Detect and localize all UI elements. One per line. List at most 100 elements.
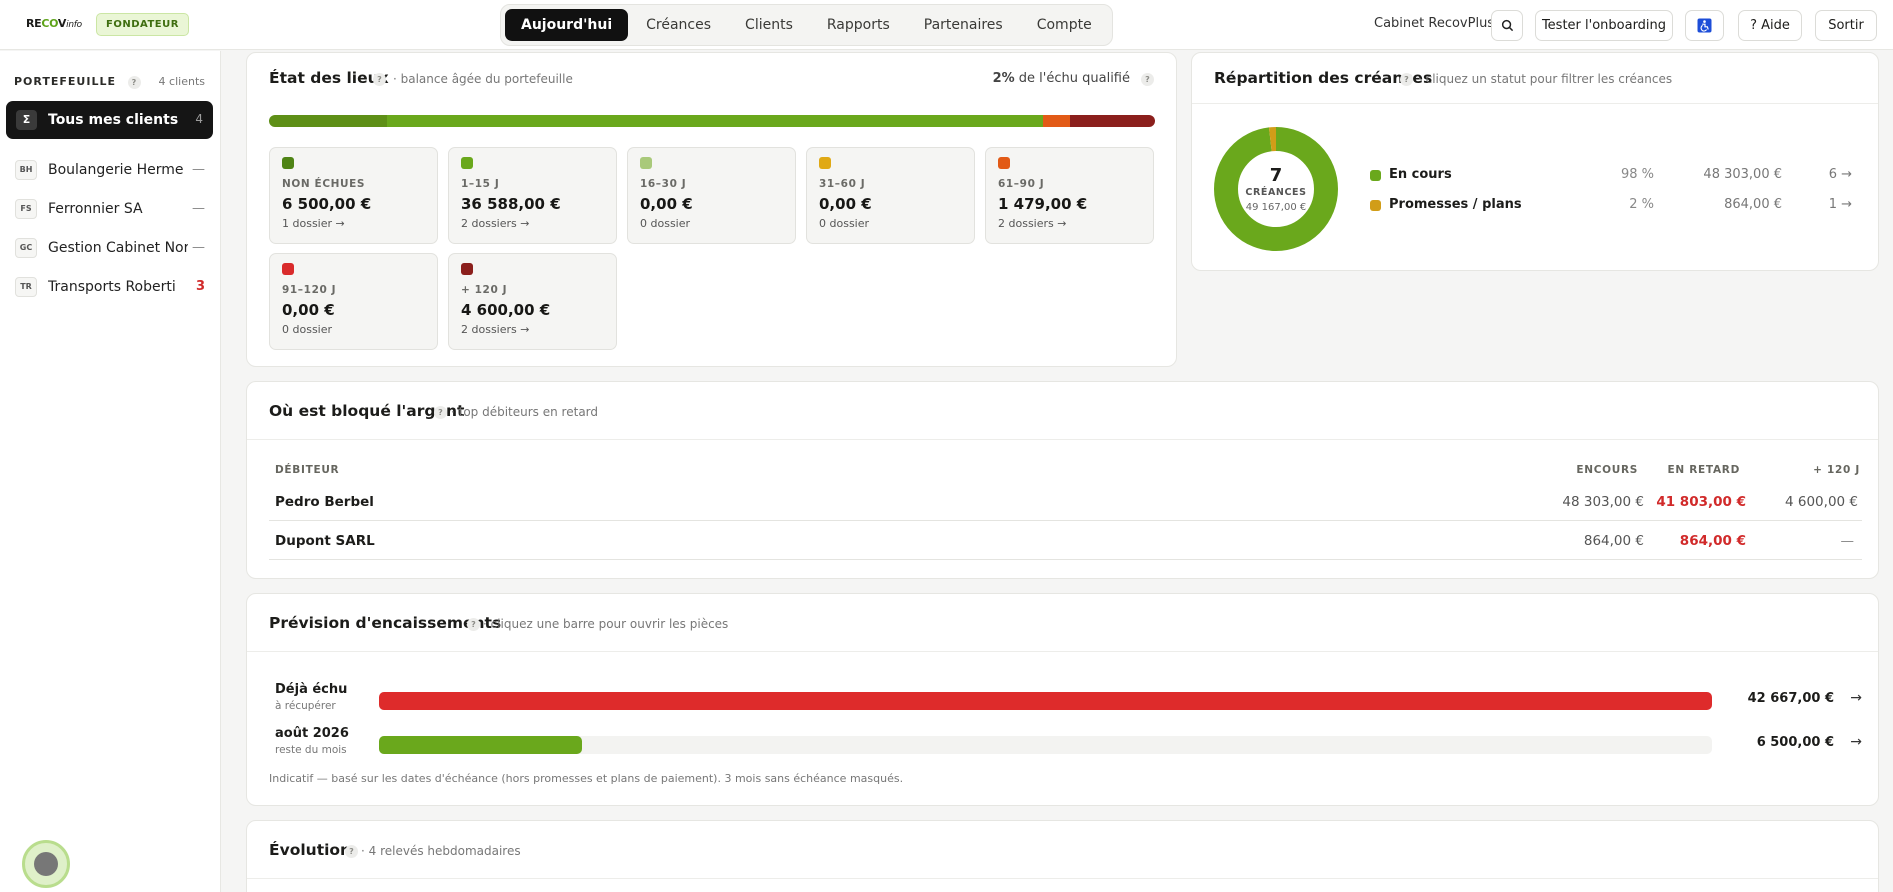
aging-bucket[interactable]: 91–120 J 0,00 € 0 dossier [269, 253, 438, 350]
aging-title: État des lieux [269, 69, 389, 87]
help-icon[interactable]: ? [373, 73, 386, 86]
tab-rapports[interactable]: Rapports [811, 9, 906, 41]
column-header-retard: EN RETARD [1667, 464, 1740, 476]
accessibility-button[interactable] [1685, 10, 1724, 41]
sidebar-item-count: — [192, 201, 205, 216]
arrow-right-icon[interactable]: → [1850, 734, 1862, 750]
portfolio-title: PORTEFEUILLE [14, 75, 116, 88]
aging-bucket[interactable]: NON ÉCHUES 6 500,00 € 1 dossier → [269, 147, 438, 244]
aging-bucket[interactable]: 31–60 J 0,00 € 0 dossier [806, 147, 975, 244]
sidebar-item-client[interactable]: TR Transports Roberti 3 [6, 271, 213, 303]
status-amount: 864,00 € [1724, 197, 1782, 212]
status-color-swatch [1370, 200, 1381, 211]
forecast-row[interactable]: août 2026 reste du mois 6 500,00 € → [269, 726, 1862, 766]
evolution-card: Évolution ? · 4 relevés hebdomadaires [246, 820, 1879, 892]
evolution-subtitle: · 4 relevés hebdomadaires [361, 844, 521, 858]
table-row[interactable]: Dupont SARL 864,00 € 864,00 € — [269, 521, 1862, 560]
aging-bar-segment [1043, 115, 1070, 127]
distribution-subtitle: · cliquez un statut pour filtrer les cré… [1418, 72, 1673, 86]
retard-value: 864,00 € [1679, 533, 1746, 549]
arrow-right-icon[interactable]: → [1850, 690, 1862, 706]
status-count-link: 6 → [1828, 167, 1852, 182]
aging-bucket[interactable]: + 120 J 4 600,00 € 2 dossiers → [448, 253, 617, 350]
sidebar-item-client[interactable]: GC Gestion Cabinet Nor… — [6, 232, 213, 264]
sidebar-item-count: 4 [195, 112, 203, 126]
forecast-bar[interactable] [379, 692, 1712, 710]
tab-partenaires[interactable]: Partenaires [908, 9, 1019, 41]
plus120-value: — [1840, 533, 1855, 549]
help-icon[interactable]: ? [345, 845, 358, 858]
client-initials: BH [15, 160, 37, 180]
sidebar-item-count: — [192, 240, 205, 255]
assistant-bubble[interactable] [22, 840, 70, 888]
help-icon[interactable]: ? [467, 618, 480, 631]
client-initials: GC [15, 238, 37, 258]
sidebar-item-count: — [192, 162, 205, 177]
status-filter-row[interactable]: Promesses / plans 2 % 864,00 € 1 → [1370, 195, 1852, 217]
bucket-count-link: 2 dossiers → [461, 217, 530, 230]
bucket-count-link: 1 dossier → [282, 217, 345, 230]
table-row[interactable]: Pedro Berbel 48 303,00 € 41 803,00 € 4 6… [269, 482, 1862, 521]
search-button[interactable] [1491, 10, 1523, 41]
aging-bar-segment [386, 115, 1044, 127]
help-icon[interactable]: ? [127, 75, 141, 89]
debtor-name: Pedro Berbel [275, 494, 374, 510]
forecast-row[interactable]: Déjà échu à récupérer 42 667,00 € → [269, 682, 1862, 722]
bucket-value: 36 588,00 € [461, 195, 561, 213]
help-icon[interactable]: ? [434, 406, 447, 419]
bucket-color-swatch [640, 157, 652, 169]
forecast-bar[interactable] [379, 736, 582, 754]
tab-clients[interactable]: Clients [729, 9, 809, 41]
help-icon[interactable]: ? [1400, 73, 1413, 86]
donut-total-amount: 49 167,00 € [1245, 202, 1307, 213]
forecast-note: Indicatif — basé sur les dates d'échéanc… [269, 772, 904, 785]
forecast-bar-track[interactable] [379, 736, 1712, 754]
sidebar-item-client[interactable]: FS Ferronnier SA — [6, 193, 213, 225]
bucket-label: NON ÉCHUES [282, 178, 366, 190]
aging-bucket[interactable]: 1–15 J 36 588,00 € 2 dossiers → [448, 147, 617, 244]
portfolio-count: 4 clients [158, 75, 205, 88]
top-bar: RECOVinfo FONDATEUR Aujourd'hui Créances… [0, 0, 1893, 50]
qualified-pct: 2% [992, 71, 1015, 86]
main-tabs: Aujourd'hui Créances Clients Rapports Pa… [500, 4, 1113, 46]
forecast-label: Déjà échu [275, 682, 348, 697]
bucket-color-swatch [461, 157, 473, 169]
logout-button[interactable]: Sortir [1815, 10, 1877, 41]
aging-bar-segment [1069, 115, 1155, 127]
divider [1192, 103, 1878, 104]
bucket-value: 0,00 € [640, 195, 693, 213]
forecast-bar-track[interactable] [379, 692, 1712, 710]
forecast-sublabel: à récupérer [275, 700, 336, 712]
tab-creances[interactable]: Créances [630, 9, 727, 41]
status-filter-row[interactable]: En cours 98 % 48 303,00 € 6 → [1370, 165, 1852, 187]
help-button[interactable]: ? Aide [1738, 10, 1802, 41]
onboarding-button[interactable]: Tester l'onboarding [1535, 10, 1673, 41]
help-icon[interactable]: ? [1141, 73, 1154, 86]
portfolio-header: PORTEFEUILLE ? 4 clients [14, 75, 205, 89]
blocked-subtitle: · top débiteurs en retard [451, 405, 599, 419]
app-logo[interactable]: RECOVinfo [26, 17, 82, 30]
bucket-value: 4 600,00 € [461, 301, 551, 319]
bucket-value: 6 500,00 € [282, 195, 372, 213]
aging-card: État des lieux ? · balance âgée du porte… [246, 52, 1177, 367]
sidebar-item-all-clients[interactable]: Σ Tous mes clients 4 [6, 101, 213, 139]
forecast-value: 6 500,00 € [1756, 735, 1834, 750]
encours-value: 864,00 € [1583, 533, 1644, 549]
tab-today[interactable]: Aujourd'hui [505, 9, 629, 41]
bucket-label: 31–60 J [819, 178, 866, 190]
tab-compte[interactable]: Compte [1021, 9, 1108, 41]
sidebar-item-label: Transports Roberti [48, 279, 176, 295]
bucket-count-link: 0 dossier [819, 217, 870, 230]
aging-bucket[interactable]: 61–90 J 1 479,00 € 2 dossiers → [985, 147, 1154, 244]
status-percent: 98 % [1620, 167, 1654, 182]
sidebar: PORTEFEUILLE ? 4 clients Σ Tous mes clie… [0, 51, 221, 892]
distribution-card: Répartition des créances ? · cliquez un … [1191, 52, 1879, 271]
sidebar-item-client[interactable]: BH Boulangerie Herme — [6, 154, 213, 186]
accessibility-icon [1697, 18, 1712, 33]
qualified-share: 2% de l'échu qualifié [993, 71, 1130, 86]
aging-bar [269, 115, 1155, 127]
donut-total-label: CRÉANCES [1245, 187, 1307, 198]
aging-bucket[interactable]: 16–30 J 0,00 € 0 dossier [627, 147, 796, 244]
aging-subtitle: · balance âgée du portefeuille [393, 72, 573, 86]
cabinet-name[interactable]: Cabinet RecovPlus [1374, 16, 1494, 31]
